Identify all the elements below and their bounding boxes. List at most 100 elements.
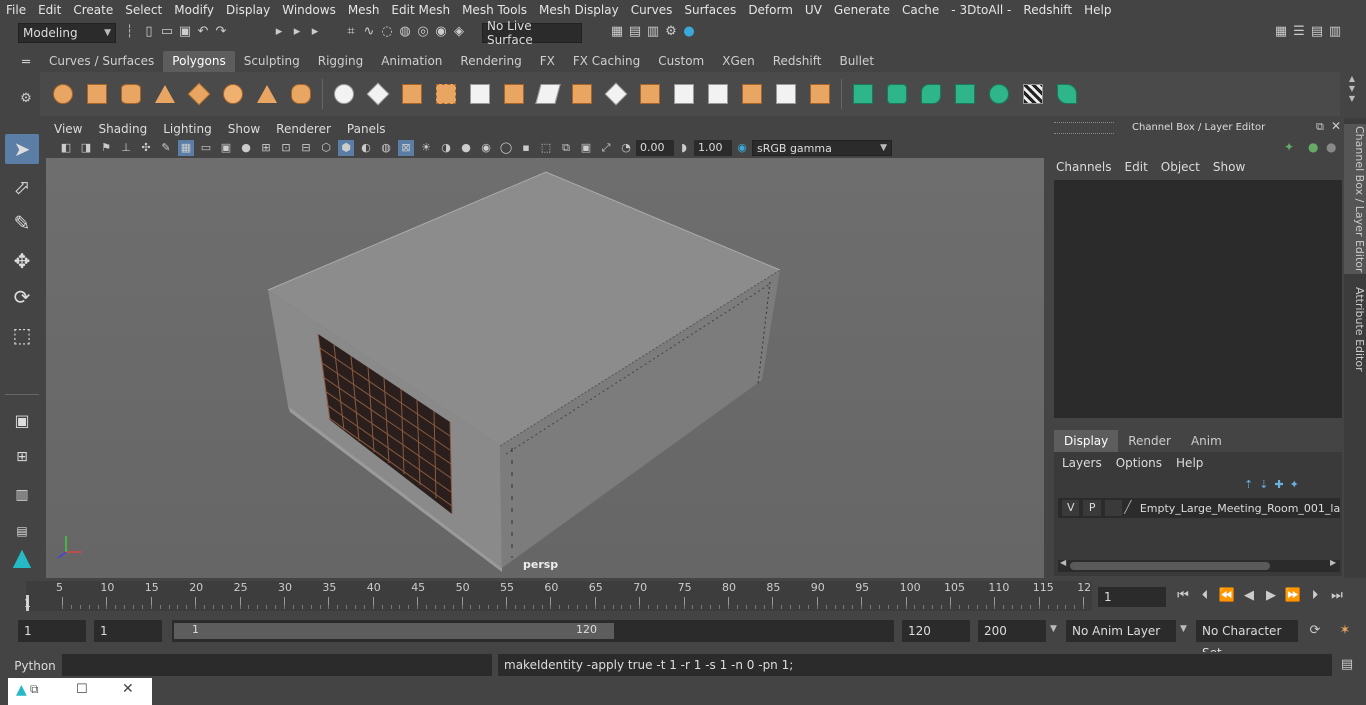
smooth-icon[interactable]: [433, 81, 459, 107]
wireframe-icon[interactable]: ⬡: [318, 140, 334, 156]
menu-file[interactable]: File: [0, 3, 32, 17]
undo-icon[interactable]: ↶: [194, 23, 212, 41]
workspace-icon[interactable]: ▦: [1272, 23, 1290, 41]
move-tool-icon[interactable]: ✥: [5, 246, 39, 276]
go-to-start-icon[interactable]: ⏮: [1174, 587, 1192, 605]
bridge-icon[interactable]: [569, 81, 595, 107]
lasso-tool-icon[interactable]: ⬀: [5, 172, 39, 202]
frame-all-icon[interactable]: ⤢: [598, 140, 614, 156]
character-set-field[interactable]: No Character Set: [1196, 620, 1298, 660]
image-plane-icon[interactable]: ⊥: [118, 140, 134, 156]
bookmark-icon[interactable]: ⚑: [98, 140, 114, 156]
snap-plane-icon[interactable]: ◍: [396, 23, 414, 41]
shelf-tab-custom[interactable]: Custom: [649, 51, 713, 72]
tab-attribute-editor[interactable]: Attribute Editor: [1344, 284, 1366, 374]
play-forward-icon[interactable]: ▶: [1262, 587, 1280, 605]
uv-layout-icon[interactable]: [1020, 81, 1046, 107]
uv-unfold-icon[interactable]: [986, 81, 1012, 107]
delete-edge-icon[interactable]: [807, 81, 833, 107]
layer-type-toggle[interactable]: [1104, 500, 1123, 516]
playback-end-field[interactable]: 120: [902, 620, 970, 642]
uv-spherical-icon[interactable]: [918, 81, 944, 107]
step-forward-icon[interactable]: ⏵: [1306, 587, 1324, 605]
shelf-tab-curves-surfaces[interactable]: Curves / Surfaces: [40, 51, 163, 72]
scale-tool-icon[interactable]: ⬚: [5, 320, 39, 350]
camera-select-icon[interactable]: ◧: [58, 140, 74, 156]
gamma-icon[interactable]: ◗: [676, 140, 692, 156]
extrude-icon[interactable]: [501, 81, 527, 107]
isolate-select-icon[interactable]: ⬚: [538, 140, 554, 156]
menu-display[interactable]: Display: [220, 3, 276, 17]
command-input[interactable]: [62, 654, 492, 676]
menu-help[interactable]: Help: [1078, 3, 1117, 17]
snap-vertex-icon[interactable]: ◈: [450, 23, 468, 41]
anim-layer-field[interactable]: No Anim Layer: [1066, 620, 1176, 642]
go-to-end-icon[interactable]: ⏭: [1328, 587, 1346, 605]
menu-windows[interactable]: Windows: [276, 3, 342, 17]
menu-select[interactable]: Select: [119, 3, 168, 17]
poly-pipe-icon[interactable]: [288, 81, 314, 107]
ipr-render-icon[interactable]: ▥: [644, 23, 662, 41]
poly-plane-icon[interactable]: [186, 81, 212, 107]
animation-preferences-icon[interactable]: ✶: [1336, 622, 1354, 640]
viewport-menu-view[interactable]: View: [46, 122, 90, 136]
append-icon[interactable]: [603, 81, 629, 107]
range-slider[interactable]: 1 120: [172, 620, 894, 642]
step-back-key-icon[interactable]: ⏪: [1218, 587, 1236, 605]
panel-layout-icon[interactable]: ▥: [1326, 23, 1344, 41]
layer-scrollbar[interactable]: ◀ ▶: [1058, 558, 1340, 572]
combine-icon[interactable]: [331, 81, 357, 107]
smooth-shade-icon[interactable]: ⬢: [338, 140, 354, 156]
menu-create[interactable]: Create: [67, 3, 119, 17]
poly-pyramid-icon[interactable]: [254, 81, 280, 107]
safe-action-icon[interactable]: ⊡: [278, 140, 294, 156]
mirror-icon[interactable]: [399, 81, 425, 107]
layer-tab-render[interactable]: Render: [1118, 430, 1181, 452]
bevel-icon[interactable]: [535, 81, 561, 107]
save-scene-icon[interactable]: ▣: [176, 23, 194, 41]
uv-cylindrical-icon[interactable]: [884, 81, 910, 107]
snap-surface-icon[interactable]: ◎: [414, 23, 432, 41]
channel-menu-edit[interactable]: Edit: [1125, 160, 1157, 174]
render-view-icon[interactable]: ▤: [626, 23, 644, 41]
menu-3dtoall[interactable]: - 3DtoAll -: [945, 3, 1017, 17]
chevron-down-icon[interactable]: ▼: [1180, 624, 1187, 634]
grease-pencil-icon[interactable]: ✎: [158, 140, 174, 156]
play-back-icon[interactable]: ◀: [1240, 587, 1258, 605]
collapse-icon[interactable]: [773, 81, 799, 107]
exposure-field[interactable]: 0.00: [636, 140, 674, 156]
poly-sphere-icon[interactable]: [50, 81, 76, 107]
channel-menu-object[interactable]: Object: [1161, 160, 1209, 174]
menu-uv[interactable]: UV: [799, 3, 828, 17]
shelf-scroll[interactable]: ▲ ▼ ▼: [1342, 74, 1362, 114]
menu-mesh[interactable]: Mesh: [342, 3, 386, 17]
panel-icon[interactable]: ▤: [1308, 23, 1326, 41]
shelf-tab-bullet[interactable]: Bullet: [830, 51, 883, 72]
channel-list[interactable]: [1054, 180, 1342, 418]
menu-curves[interactable]: Curves: [625, 3, 679, 17]
current-frame-field[interactable]: 1: [1098, 587, 1166, 607]
shelf-tab-animation[interactable]: Animation: [372, 51, 451, 72]
boolean-icon[interactable]: [467, 81, 493, 107]
mode-selector[interactable]: Modeling ▼: [18, 23, 116, 43]
panel-grip[interactable]: [1054, 122, 1114, 134]
menu-edit-mesh[interactable]: Edit Mesh: [385, 3, 456, 17]
channel-menu-show[interactable]: Show: [1213, 160, 1254, 174]
layer-visibility-toggle[interactable]: V: [1062, 500, 1080, 516]
chevron-down-icon[interactable]: ▼: [1050, 624, 1057, 634]
shelf-tab-rigging[interactable]: Rigging: [309, 51, 372, 72]
layout-quad-icon[interactable]: ⊞: [5, 442, 39, 472]
motion-blur-icon[interactable]: ◉: [478, 140, 494, 156]
range-slider-handle[interactable]: [174, 623, 614, 639]
layer-tab-display[interactable]: Display: [1054, 430, 1119, 452]
close-icon[interactable]: ✕: [1331, 119, 1341, 133]
exposure-icon[interactable]: ◔: [618, 140, 634, 156]
lights-icon[interactable]: ☀: [418, 140, 434, 156]
poly-cone-icon[interactable]: [152, 81, 178, 107]
scroll-right-icon[interactable]: ▶: [1330, 558, 1336, 567]
close-icon[interactable]: ✕: [122, 681, 134, 697]
select-tool-icon[interactable]: ➤: [5, 134, 39, 164]
script-editor-icon[interactable]: ▤: [1338, 656, 1356, 674]
gamma-field[interactable]: 1.00: [694, 140, 732, 156]
hypershade-icon[interactable]: ●: [680, 23, 698, 41]
